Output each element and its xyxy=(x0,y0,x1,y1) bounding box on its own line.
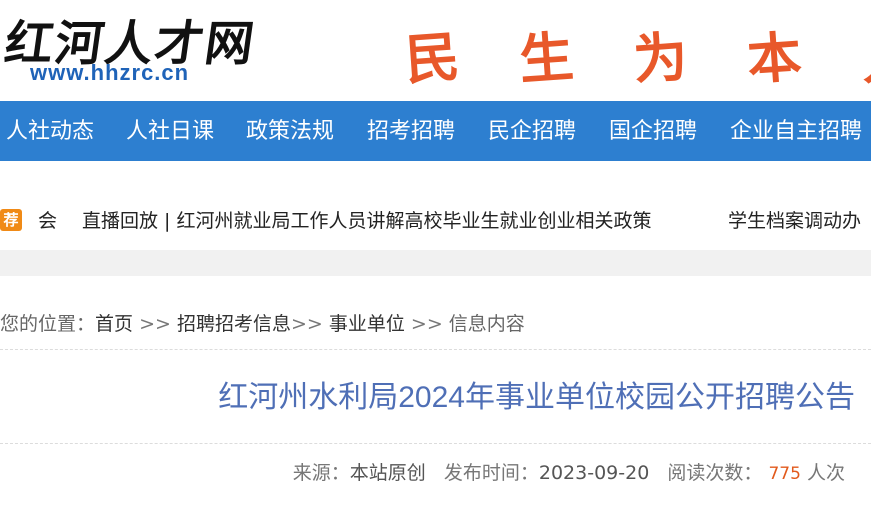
breadcrumb-separator: >> xyxy=(133,313,177,335)
site-header: 红河人才网 www.hhzrc.cn 民生为本人 xyxy=(0,0,871,100)
nav-item-soe-recruit[interactable]: 国企招聘 xyxy=(609,101,697,161)
slogan-char: 本 xyxy=(745,24,804,84)
breadcrumb-separator: >> xyxy=(404,313,449,335)
breadcrumb-separator: >> xyxy=(290,313,329,335)
nav-item-hr-news[interactable]: 人社动态 xyxy=(6,101,94,161)
article-title: 红河州水利局2024年事业单位校园公开招聘公告 xyxy=(218,381,855,414)
breadcrumb: 您的位置：首页 >> 招聘招考信息>> 事业单位 >> 信息内容 xyxy=(0,308,871,340)
slogan-char: 生 xyxy=(517,24,576,84)
ticker-item[interactable]: 会 xyxy=(38,207,57,235)
recommend-icon: 荐 xyxy=(0,209,22,231)
breadcrumb-prefix: 您的位置： xyxy=(0,313,96,335)
article-meta: 来源：本站原创 发布时间：2023-09-20 阅读次数： 775 人次 xyxy=(293,458,845,489)
nav-item-self-recruit[interactable]: 企业自主招聘 xyxy=(730,101,862,161)
divider xyxy=(0,443,871,444)
slogan-char: 人 xyxy=(859,24,871,84)
main-nav: 人社动态 人社日课 政策法规 招考招聘 民企招聘 国企招聘 企业自主招聘 xyxy=(0,101,871,161)
views-label: 阅读次数： xyxy=(667,462,763,484)
source-label: 来源： xyxy=(292,462,350,484)
ticker-item[interactable]: 学生档案调动办 xyxy=(728,207,861,235)
breadcrumb-public-institution-link[interactable]: 事业单位 xyxy=(329,313,405,335)
slogan-char: 为 xyxy=(631,24,690,84)
views-count: 775 xyxy=(768,464,801,484)
divider xyxy=(0,349,871,350)
nav-item-exam-recruit[interactable]: 招考招聘 xyxy=(367,101,455,161)
publish-date-value: 2023-09-20 xyxy=(538,462,650,484)
site-logo-url[interactable]: www.hhzrc.cn xyxy=(30,60,189,86)
nav-item-private-recruit[interactable]: 民企招聘 xyxy=(488,101,576,161)
breadcrumb-current: 信息内容 xyxy=(448,313,525,335)
publish-date-label: 发布时间： xyxy=(443,462,539,484)
ticker-item[interactable]: 直播回放 | 红河州就业局工作人员讲解高校毕业生就业创业相关政策 xyxy=(82,207,651,235)
nav-item-daily-lesson[interactable]: 人社日课 xyxy=(126,101,214,161)
views-unit: 人次 xyxy=(806,462,845,484)
breadcrumb-home-link[interactable]: 首页 xyxy=(95,313,133,335)
breadcrumb-recruit-info-link[interactable]: 招聘招考信息 xyxy=(177,313,291,335)
header-slogan-banner: 民生为本人 xyxy=(405,14,871,84)
source-value: 本站原创 xyxy=(349,462,426,484)
nav-item-policies[interactable]: 政策法规 xyxy=(246,101,334,161)
slogan-char: 民 xyxy=(405,24,462,84)
